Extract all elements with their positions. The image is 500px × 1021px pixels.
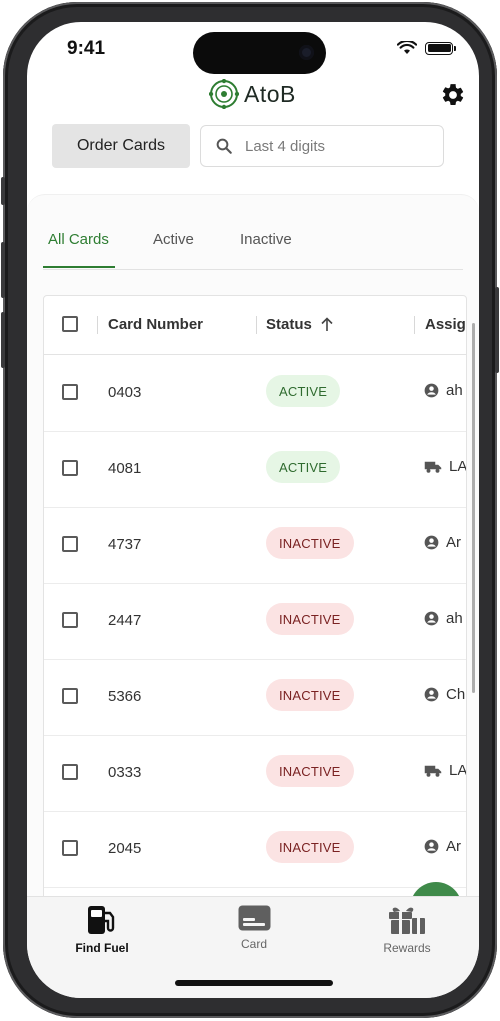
person-icon: [424, 611, 439, 626]
order-cards-button[interactable]: Order Cards: [52, 124, 190, 168]
row-checkbox[interactable]: [62, 460, 78, 476]
card-number: 4081: [108, 460, 142, 477]
person-icon: [424, 839, 439, 854]
column-divider: [97, 316, 98, 334]
row-checkbox[interactable]: [62, 536, 78, 552]
assignee-name: Ch: [446, 686, 466, 703]
nav-label: Rewards: [383, 941, 431, 955]
column-header-status[interactable]: Status: [266, 316, 334, 333]
assignee: Ch: [424, 686, 465, 703]
status-badge: INACTIVE: [266, 679, 354, 711]
assignee-name: ah: [446, 610, 463, 627]
person-icon: [424, 383, 439, 398]
search-box[interactable]: [200, 125, 444, 167]
nav-card[interactable]: Card: [194, 905, 314, 951]
table-row[interactable]: 0333 INACTIVE LA: [44, 735, 466, 812]
row-checkbox[interactable]: [62, 612, 78, 628]
fuel-pump-icon: [88, 906, 115, 934]
row-checkbox[interactable]: [62, 384, 78, 400]
status-badge: ACTIVE: [266, 375, 341, 407]
status-badge: INACTIVE: [266, 831, 354, 863]
table-header: Card Number Status Assig: [44, 296, 466, 355]
table-row[interactable]: 4081 ACTIVE LA: [44, 431, 466, 508]
assignee-name: Ar: [446, 838, 461, 855]
row-checkbox[interactable]: [62, 840, 78, 856]
volume-up-button: [1, 242, 5, 298]
status-badge: INACTIVE: [266, 755, 354, 787]
status-header-label: Status: [266, 316, 312, 333]
truck-icon: [424, 765, 442, 777]
truck-icon: [424, 461, 442, 473]
column-divider: [256, 316, 257, 334]
tab-active[interactable]: Active: [153, 225, 194, 268]
tab-all-cards[interactable]: All Cards: [43, 225, 115, 268]
person-icon: [424, 535, 439, 550]
assignee: ah: [424, 610, 463, 627]
assignee: Ar: [424, 534, 461, 551]
battery-icon: [425, 41, 456, 55]
card-number: 5366: [108, 688, 142, 705]
column-header-assigned[interactable]: Assig: [425, 316, 466, 333]
search-icon: [216, 138, 232, 154]
select-all-checkbox[interactable]: [62, 316, 78, 332]
status-badge: INACTIVE: [266, 527, 354, 559]
table-row[interactable]: 2447 INACTIVE ah: [44, 583, 466, 660]
assignee-name: Ar: [446, 534, 461, 551]
scrollbar[interactable]: [472, 323, 475, 693]
nav-rewards[interactable]: Rewards: [347, 905, 467, 955]
person-icon: [424, 687, 439, 702]
mute-switch: [1, 177, 5, 205]
tab-inactive[interactable]: Inactive: [240, 225, 292, 268]
nav-label: Find Fuel: [75, 941, 129, 955]
assignee: LA: [424, 458, 467, 475]
card-number: 2045: [108, 840, 142, 857]
table-row[interactable]: 5366 INACTIVE Ch: [44, 659, 466, 736]
status-time: 9:41: [67, 38, 106, 59]
assignee: ah: [424, 382, 463, 399]
home-indicator[interactable]: [175, 980, 333, 986]
assignee-name: ah: [446, 382, 463, 399]
assignee: LA: [424, 762, 467, 779]
dynamic-island: [193, 32, 326, 74]
card-number: 0403: [108, 384, 142, 401]
camera-icon: [299, 45, 314, 60]
nav-label: Card: [240, 937, 267, 951]
gift-icon: [389, 907, 425, 934]
search-input[interactable]: [243, 136, 417, 156]
status-badge: ACTIVE: [266, 451, 341, 483]
volume-down-button: [1, 312, 5, 368]
assignee: Ar: [424, 838, 461, 855]
card-number: 2447: [108, 612, 142, 629]
card-number: 4737: [108, 536, 142, 553]
cards-table: Card Number Status Assig 0403 ACTIVE ah …: [43, 295, 467, 917]
table-row[interactable]: 0403 ACTIVE ah: [44, 355, 466, 432]
sort-ascending-icon: [321, 317, 333, 331]
logo-text: AtoB: [244, 80, 296, 107]
row-checkbox[interactable]: [62, 688, 78, 704]
status-badge: INACTIVE: [266, 603, 354, 635]
status-icons: [397, 41, 456, 55]
app-logo: AtoB: [209, 79, 296, 109]
atob-logo-icon: [209, 79, 239, 109]
assignee-name: LA: [449, 458, 467, 475]
column-divider: [414, 316, 415, 334]
app-screen: 9:41 AtoB Order Cards Last 4 digits All …: [27, 22, 479, 998]
assignee-name: LA: [449, 762, 467, 779]
row-checkbox[interactable]: [62, 764, 78, 780]
card-number: 0333: [108, 764, 142, 781]
card-tabs: All Cards Active Inactive: [43, 225, 463, 270]
wifi-icon: [397, 41, 417, 54]
nav-find-fuel[interactable]: Find Fuel: [42, 905, 162, 955]
settings-gear-icon[interactable]: [440, 82, 466, 108]
table-row[interactable]: 4737 INACTIVE Ar: [44, 507, 466, 584]
credit-card-icon: [238, 905, 270, 931]
cards-panel: All Cards Active Inactive Card Number St…: [27, 194, 479, 935]
power-button: [495, 287, 499, 373]
phone-frame: 9:41 AtoB Order Cards Last 4 digits All …: [1, 2, 499, 1018]
table-row[interactable]: 2045 INACTIVE Ar: [44, 811, 466, 888]
column-header-card-number[interactable]: Card Number: [108, 316, 203, 333]
